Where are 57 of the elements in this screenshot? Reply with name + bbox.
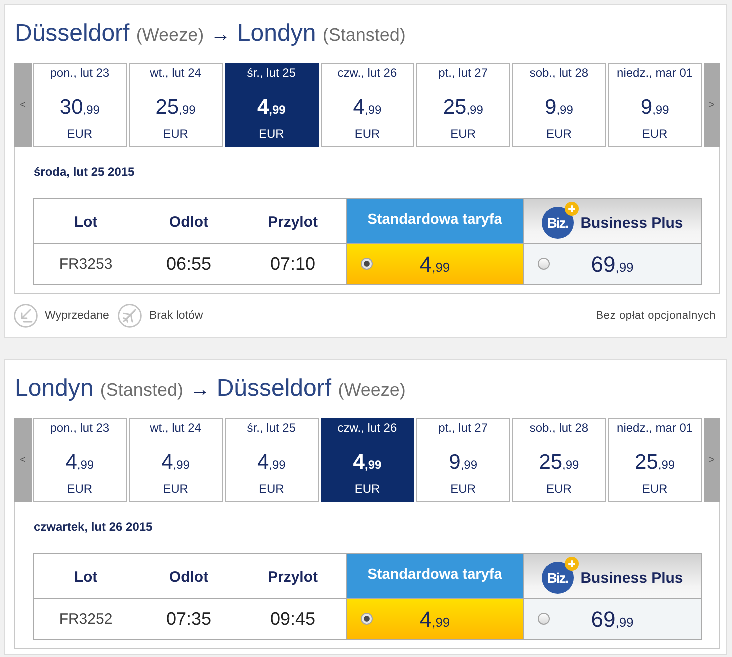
arrival-time: 09:45 [269, 608, 317, 630]
fare-price: 69,99 [590, 606, 635, 633]
fare-name: Business Plus [580, 214, 684, 232]
radio-button[interactable] [361, 613, 373, 625]
crossed-plane-icon [118, 304, 142, 328]
route-title: Londyn (Stansted) → Düsseldorf (Weeze) [15, 375, 407, 404]
date-tab[interactable]: pon., lut 23 30,99 EUR [33, 63, 127, 147]
date-tab[interactable]: niedz., mar 01 9,99 EUR [608, 63, 702, 147]
date-tab[interactable]: pon., lut 23 4,99 EUR [33, 418, 127, 502]
plus-badge-icon [564, 202, 579, 216]
radio-button[interactable] [538, 613, 550, 625]
fare-price: 4,99 [418, 251, 452, 278]
legend-label: Wyprzedane [45, 310, 110, 322]
fare-option[interactable]: 4,99 [346, 599, 523, 639]
biz-logo: Biz. [542, 207, 574, 239]
fare-price: 69,99 [590, 251, 635, 278]
radio-button[interactable] [538, 258, 550, 270]
fare-option[interactable]: 69,99 [523, 244, 701, 284]
fare-option[interactable]: 69,99 [523, 599, 701, 639]
route-title: Düsseldorf (Weeze) → Londyn (Stansted) [15, 20, 407, 49]
fare-header: Standardowa taryfa [346, 199, 523, 244]
date-tab[interactable]: pt., lut 27 9,99 EUR [416, 418, 510, 502]
next-dates-button[interactable]: > [704, 418, 720, 502]
date-tab[interactable]: czw., lut 26 4,99 EUR [320, 63, 414, 147]
flight-number: FR3252 [58, 610, 114, 630]
column-header: Lot [34, 199, 138, 244]
next-dates-button[interactable]: > [704, 63, 720, 147]
selected-date-label: czwartek, lut 26 2015 [34, 519, 154, 535]
date-tab[interactable]: sob., lut 28 9,99 EUR [512, 63, 606, 147]
column-header: Odlot [138, 199, 240, 244]
date-tab[interactable]: czw., lut 26 4,99 EUR [320, 418, 414, 502]
date-tab[interactable]: wt., lut 24 25,99 EUR [128, 63, 223, 147]
date-tab[interactable]: śr., lut 25 4,99 EUR [224, 63, 319, 147]
date-tab[interactable]: niedz., mar 01 25,99 EUR [608, 418, 702, 502]
radio-button[interactable] [361, 258, 373, 270]
previous-dates-button[interactable]: < [14, 418, 32, 502]
date-tab[interactable]: wt., lut 24 4,99 EUR [128, 418, 223, 502]
column-header: Lot [34, 554, 138, 599]
fare-header: Standardowa taryfa [346, 554, 523, 599]
flight-number: FR3253 [58, 254, 114, 274]
legend-label: Brak lotów [149, 310, 204, 322]
fees-note: Bez opłat opcjonalnych [596, 310, 716, 322]
departure-time: 06:55 [165, 252, 213, 276]
fare-price: 4,99 [418, 606, 452, 633]
fare-option[interactable]: 4,99 [346, 244, 523, 284]
biz-logo: Biz. [542, 562, 574, 594]
plus-badge-icon [564, 557, 579, 571]
column-header: Odlot [138, 554, 240, 599]
fare-name: Business Plus [580, 570, 684, 586]
arrow-circle-icon [14, 304, 38, 328]
selected-date-label: środa, lut 25 2015 [34, 164, 136, 180]
departure-time: 07:35 [165, 608, 213, 630]
date-tab[interactable]: sob., lut 28 25,99 EUR [512, 418, 606, 502]
arrival-time: 07:10 [269, 252, 317, 276]
date-tab[interactable]: pt., lut 27 25,99 EUR [416, 63, 510, 147]
date-tab[interactable]: śr., lut 25 4,99 EUR [224, 418, 319, 502]
previous-dates-button[interactable]: < [14, 63, 32, 147]
